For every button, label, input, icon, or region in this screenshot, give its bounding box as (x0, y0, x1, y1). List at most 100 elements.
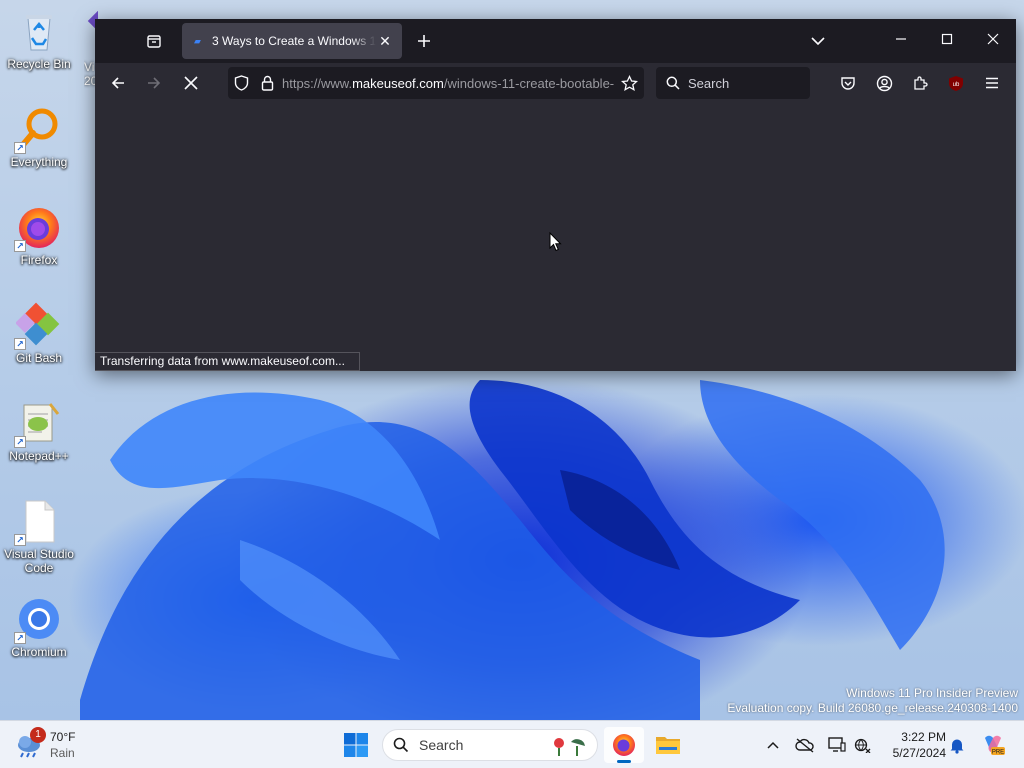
recycle-bin-icon (16, 8, 62, 54)
url-bar[interactable]: https://www.makeuseof.com/windows-11-cre… (228, 67, 644, 99)
tab-active[interactable]: ▰ 3 Ways to Create a Windows 11 Bootable… (182, 23, 402, 59)
display-tray[interactable] (826, 734, 848, 756)
file-icon: ↗ (14, 498, 62, 546)
shortcut-arrow-icon: ↗ (14, 240, 26, 252)
svg-text:PRE: PRE (992, 750, 1004, 756)
clock-date: 5/27/2024 (892, 746, 946, 760)
desktop-icon-label: Everything (10, 155, 68, 169)
account-icon (876, 75, 892, 91)
desktop-icon-label: Firefox (20, 253, 58, 267)
copilot-button[interactable]: PRE (980, 734, 1006, 756)
pocket-button[interactable] (834, 69, 862, 97)
app-menu-button[interactable] (978, 69, 1006, 97)
taskbar-file-explorer[interactable] (648, 727, 688, 763)
windows-logo-icon (344, 733, 368, 757)
extensions-button[interactable] (906, 69, 934, 97)
taskbar-search-box[interactable]: Search (382, 729, 598, 761)
weather-widget[interactable]: 1 70°F Rain (14, 727, 94, 763)
firefox-window: ▰ 3 Ways to Create a Windows 11 Bootable… (95, 19, 1016, 371)
search-icon (666, 76, 680, 90)
search-input[interactable]: Search (656, 67, 810, 99)
lock-icon[interactable] (254, 67, 280, 99)
desktop-icon-chromium[interactable]: ↗ Chromium (0, 596, 78, 659)
firefox-icon: ↗ (14, 204, 62, 252)
plus-icon (418, 35, 430, 47)
everything-icon: ↗ (14, 106, 62, 154)
minimize-icon (896, 38, 906, 40)
url-text[interactable]: https://www.makeuseof.com/windows-11-cre… (280, 76, 614, 91)
stop-button[interactable] (177, 69, 205, 97)
network-globe-icon (854, 738, 871, 753)
notification-badge: 1 (30, 727, 46, 743)
mouse-pointer-icon (549, 231, 563, 255)
shortcut-arrow-icon: ↗ (14, 142, 26, 154)
pocket-icon (841, 77, 855, 90)
arrow-left-icon (111, 77, 124, 89)
desktop-icon-recycle-bin[interactable]: Recycle Bin (0, 8, 78, 71)
close-window-button[interactable] (970, 19, 1016, 59)
hamburger-menu-icon (986, 77, 998, 89)
shortcut-arrow-icon: ↗ (14, 338, 26, 350)
close-icon (987, 33, 999, 45)
bell-icon (950, 739, 964, 754)
notepad-plus-plus-icon: ↗ (14, 400, 62, 448)
search-highlight-flowers-icon (554, 738, 585, 756)
site-favicon-icon: ▰ (194, 36, 201, 46)
active-app-indicator (617, 760, 631, 763)
minimize-button[interactable] (878, 19, 924, 59)
back-button[interactable] (104, 69, 132, 97)
navigation-toolbar: https://www.makeuseof.com/windows-11-cre… (95, 63, 1016, 103)
watermark-line-2: Evaluation copy. Build 26080.ge_release.… (727, 701, 1018, 715)
new-tab-button[interactable] (412, 29, 436, 53)
tracking-protection-shield-icon[interactable] (228, 67, 254, 99)
ublock-origin-button[interactable]: ub (942, 69, 970, 97)
desktop-icon-label: Recycle Bin (7, 57, 71, 71)
maximize-icon (941, 33, 953, 45)
cloud-offline-icon (795, 738, 814, 753)
taskbar-search-placeholder: Search (419, 737, 464, 753)
search-icon (393, 737, 409, 753)
taskbar-firefox[interactable] (604, 727, 644, 763)
folder-icon (656, 737, 680, 754)
clock[interactable]: 3:22 PM 5/27/2024 (880, 729, 946, 761)
copilot-pre-icon: PRE (985, 735, 1005, 756)
url-prefix: https://www. (282, 75, 353, 91)
start-button[interactable] (343, 732, 369, 758)
svg-text:ub: ub (953, 82, 960, 88)
close-tab-icon[interactable]: ✕ (376, 32, 394, 50)
desktop-icon-firefox[interactable]: ↗ Firefox (0, 204, 78, 267)
firefox-view-button[interactable] (141, 29, 167, 53)
desktop-icon-label: Git Bash (15, 351, 63, 365)
onedrive-tray[interactable] (794, 734, 816, 756)
firefox-icon (613, 734, 635, 756)
list-all-tabs-button[interactable] (807, 29, 829, 53)
chevron-down-icon (811, 37, 825, 46)
show-hidden-icons-button[interactable] (762, 734, 784, 756)
taskbar: 1 70°F Rain Search 3:22 PM 5/27/2024 PRE (0, 720, 1024, 768)
desktop-icon-visual-studio-code[interactable]: ↗ Visual Studio Code (0, 498, 78, 575)
bookmark-star-icon[interactable] (614, 67, 644, 99)
account-button[interactable] (870, 69, 898, 97)
network-tray[interactable] (852, 734, 874, 756)
shortcut-arrow-icon: ↗ (14, 632, 26, 644)
status-panel: Transferring data from www.makeuseof.com… (95, 352, 360, 371)
chromium-icon: ↗ (14, 596, 62, 644)
shortcut-arrow-icon: ↗ (14, 436, 26, 448)
forward-button[interactable] (140, 69, 168, 97)
desktop-icon-label: Notepad++ (9, 449, 69, 463)
notifications-button[interactable] (946, 734, 968, 756)
url-host: makeuseof.com (352, 75, 444, 91)
maximize-button[interactable] (924, 19, 970, 59)
desktop-icon-notepad-plus-plus[interactable]: ↗ Notepad++ (0, 400, 78, 463)
desktop-icon-everything[interactable]: ↗ Everything (0, 106, 78, 169)
desktop-icon-git-bash[interactable]: ↗ Git Bash (0, 302, 78, 365)
git-bash-icon: ↗ (14, 302, 62, 350)
watermark-line-1: Windows 11 Pro Insider Preview (846, 686, 1018, 700)
desktop-icon-label: Visual Studio Code (4, 547, 74, 575)
evaluation-watermark: Windows 11 Pro Insider Preview Evaluatio… (727, 686, 1018, 716)
desktop-icon-label: Chromium (11, 645, 67, 659)
stop-x-icon (184, 76, 198, 90)
firefox-view-icon (147, 35, 161, 48)
url-path: /windows-11-create-bootable-usb/ (443, 75, 614, 91)
weather-temperature: 70°F (50, 730, 76, 744)
